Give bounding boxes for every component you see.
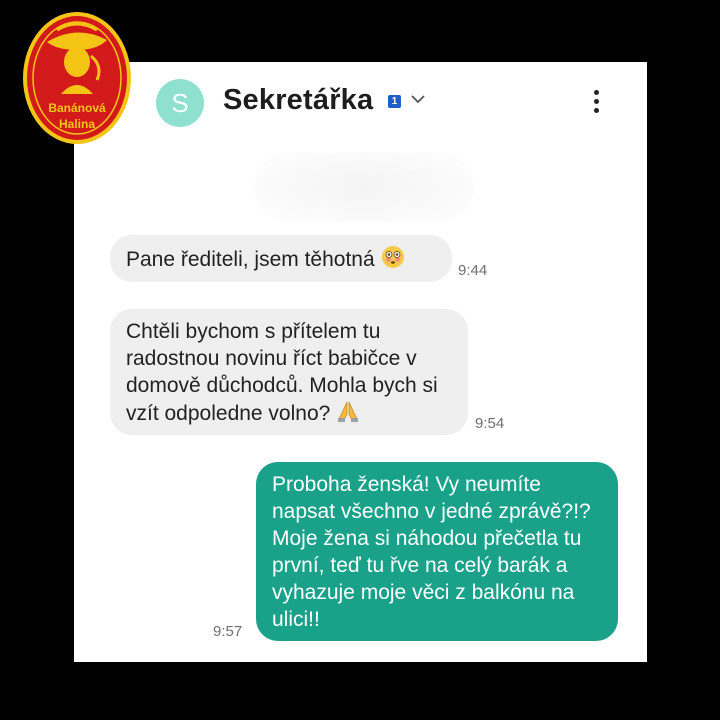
bananova-halina-logo: Banánová Halina (21, 10, 133, 146)
blurred-region (254, 152, 474, 222)
logo-text-line1: Banánová (48, 101, 106, 115)
message-bubble-outgoing[interactable]: Proboha ženská! Vy neumíte napsat všechn… (256, 462, 618, 641)
conversation-header: S Sekretářka 1 (74, 62, 647, 142)
message-bubble-incoming[interactable]: Pane řediteli, jsem těhotná (110, 235, 452, 282)
message-bubble-incoming[interactable]: Chtěli bychom s přítelem tu radostnou no… (110, 309, 468, 435)
contact-name[interactable]: Sekretářka (223, 84, 373, 117)
message-time: 9:54 (475, 415, 505, 432)
avatar-letter: S (171, 88, 189, 118)
message-time: 9:57 (213, 623, 243, 640)
conversation-screen: S Sekretářka 1 Pane řediteli, jsem těhot… (74, 62, 647, 662)
message-text: Pane řediteli, jsem těhotná (126, 248, 375, 272)
message-text: Chtěli bychom s přítelem tu radostnou no… (126, 320, 438, 426)
folded-hands-icon (336, 399, 360, 430)
flushed-face-icon (381, 245, 405, 276)
sim-badge: 1 (388, 95, 401, 108)
message-time: 9:44 (458, 262, 488, 279)
chevron-down-icon[interactable] (409, 90, 427, 108)
more-options-icon[interactable] (586, 88, 606, 120)
message-text: Proboha ženská! Vy neumíte napsat všechn… (272, 473, 591, 631)
logo-text-line2: Halina (59, 117, 95, 131)
avatar[interactable]: S (156, 79, 204, 127)
